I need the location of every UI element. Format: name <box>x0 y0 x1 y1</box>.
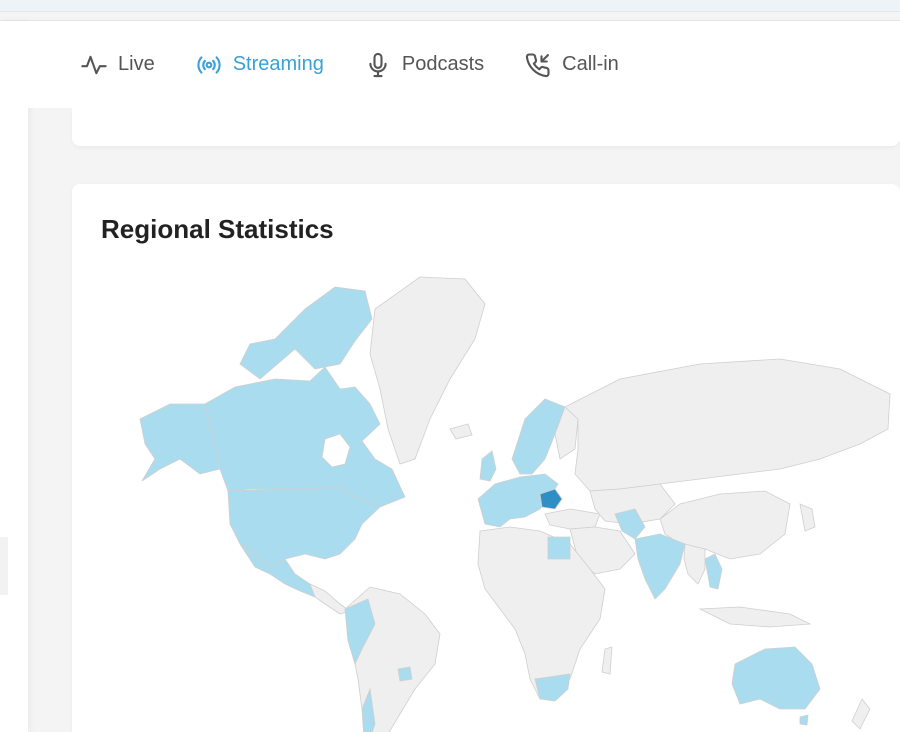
sidebar-item[interactable] <box>0 537 8 595</box>
tab-streaming[interactable]: Streaming <box>195 51 324 79</box>
map-australia[interactable] <box>731 646 821 710</box>
regional-statistics-card: Regional Statistics <box>72 184 900 732</box>
map-madagascar[interactable] <box>601 646 613 675</box>
tab-call-in[interactable]: Call-in <box>524 51 619 79</box>
map-indonesia[interactable] <box>698 606 812 628</box>
tab-call-in-label: Call-in <box>562 53 619 75</box>
map-central-america[interactable] <box>309 583 351 615</box>
map-south-africa[interactable] <box>534 673 571 702</box>
map-india[interactable] <box>634 533 686 600</box>
map-turkey[interactable] <box>544 508 601 530</box>
previous-card-footer <box>72 108 900 146</box>
map-tasmania[interactable] <box>799 714 809 726</box>
map-japan[interactable] <box>799 503 816 532</box>
world-map[interactable] <box>100 269 900 732</box>
browser-top-strip <box>0 0 900 12</box>
map-vietnam[interactable] <box>704 553 723 590</box>
map-canada-arctic[interactable] <box>239 286 373 380</box>
activity-icon <box>81 55 107 74</box>
microphone-icon <box>369 52 387 77</box>
card-title: Regional Statistics <box>101 214 334 244</box>
map-southeast-asia[interactable] <box>683 543 706 585</box>
tab-live-label: Live <box>118 53 155 75</box>
tab-podcasts[interactable]: Podcasts <box>364 51 484 79</box>
map-canada[interactable] <box>204 366 406 508</box>
stream-tabs: Live Streaming Podcasts Call-in <box>28 21 900 108</box>
map-iceland[interactable] <box>449 423 473 440</box>
tab-streaming-label: Streaming <box>232 53 324 75</box>
world-map-svg <box>139 276 891 732</box>
map-uruguay[interactable] <box>397 666 413 682</box>
tab-live[interactable]: Live <box>80 51 155 79</box>
tab-podcasts-label: Podcasts <box>401 53 485 75</box>
map-russia[interactable] <box>564 358 891 492</box>
phone-incoming-icon <box>525 52 550 77</box>
map-alaska[interactable] <box>139 403 221 482</box>
map-uk[interactable] <box>479 450 497 482</box>
sidebar <box>0 21 28 732</box>
map-new-zealand[interactable] <box>851 698 871 730</box>
map-egypt[interactable] <box>547 536 571 560</box>
broadcast-icon <box>197 55 221 74</box>
